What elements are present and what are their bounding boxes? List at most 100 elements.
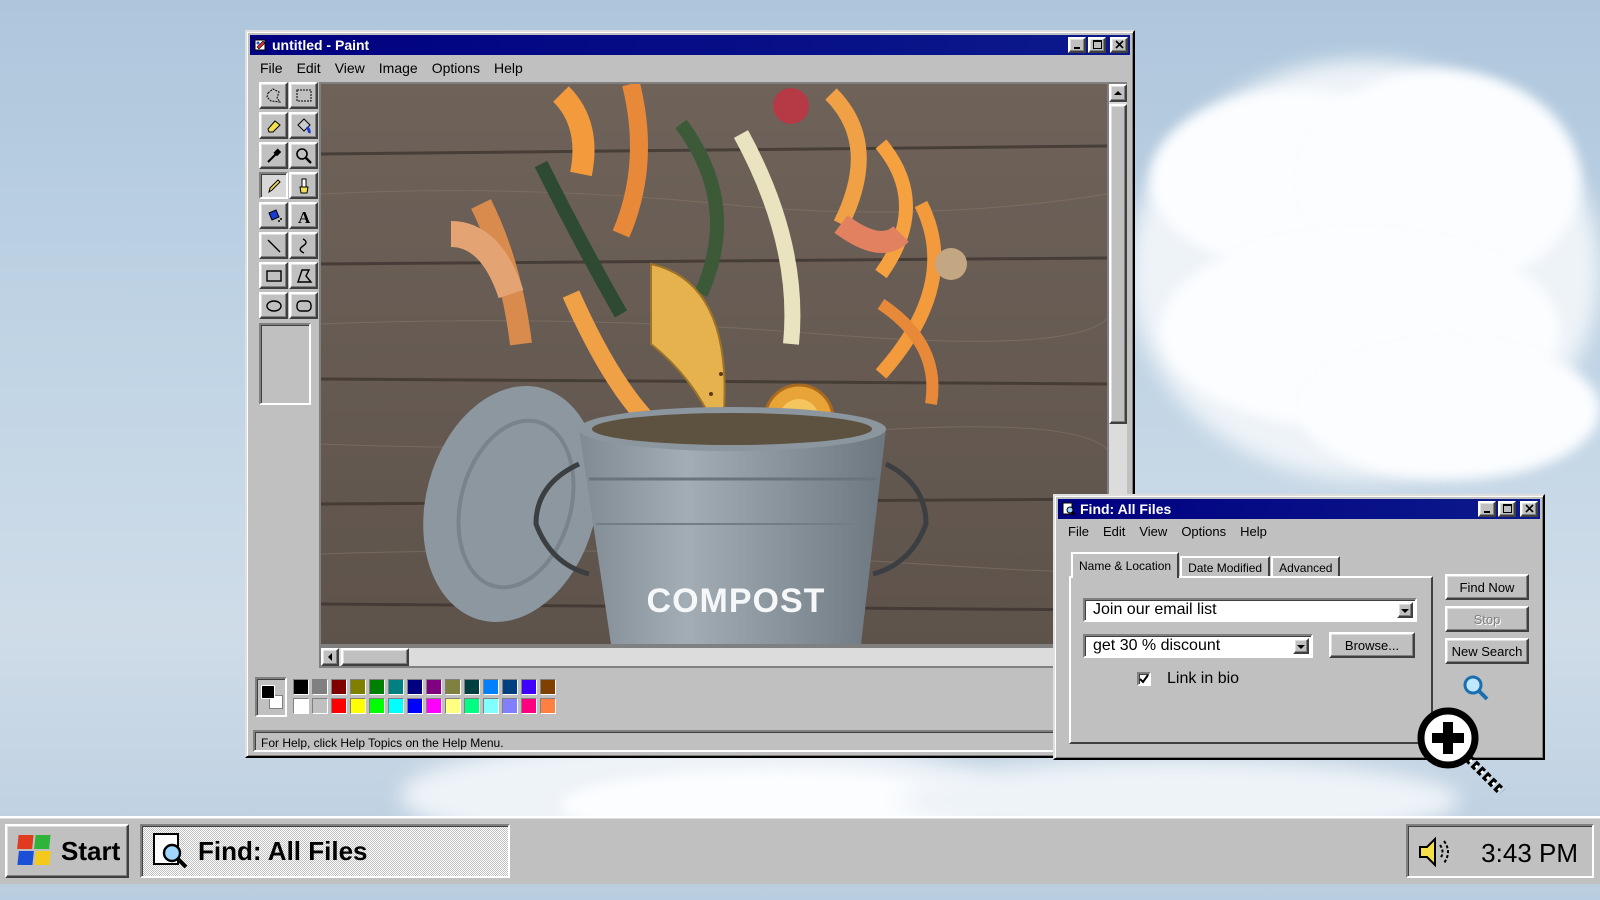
palette-swatch[interactable] bbox=[540, 698, 556, 714]
line-icon bbox=[267, 239, 280, 252]
tool-pencil[interactable] bbox=[259, 172, 288, 199]
palette-swatch[interactable] bbox=[388, 679, 404, 695]
palette-swatch[interactable] bbox=[502, 679, 518, 695]
tool-airbrush[interactable] bbox=[259, 202, 288, 229]
look-in-dropdown-button[interactable] bbox=[1293, 638, 1309, 654]
tool-line[interactable] bbox=[259, 232, 288, 259]
tool-color-picker[interactable] bbox=[259, 142, 288, 169]
find-minimize-button[interactable] bbox=[1478, 501, 1496, 517]
speaker-icon[interactable] bbox=[1416, 834, 1456, 870]
scroll-up-button[interactable] bbox=[1109, 84, 1127, 102]
palette-swatch[interactable] bbox=[369, 698, 385, 714]
palette-swatch[interactable] bbox=[369, 679, 385, 695]
palette-swatch[interactable] bbox=[445, 698, 461, 714]
browse-button[interactable]: Browse... bbox=[1329, 632, 1415, 658]
system-tray: 3:43 PM bbox=[1406, 824, 1594, 878]
new-search-button[interactable]: New Search bbox=[1445, 638, 1529, 664]
tool-curve[interactable] bbox=[289, 232, 318, 259]
tool-ellipse[interactable] bbox=[259, 292, 288, 319]
tab-advanced[interactable]: Advanced bbox=[1271, 556, 1341, 578]
palette-swatch[interactable] bbox=[445, 679, 461, 695]
tool-fill[interactable] bbox=[289, 112, 318, 139]
palette-swatch[interactable] bbox=[293, 679, 309, 695]
palette-swatch[interactable] bbox=[312, 698, 328, 714]
start-button[interactable]: Start bbox=[5, 824, 129, 878]
palette-swatch[interactable] bbox=[407, 679, 423, 695]
tool-rectangle[interactable] bbox=[259, 262, 288, 289]
palette-swatch[interactable] bbox=[521, 698, 537, 714]
tool-text[interactable]: A bbox=[289, 202, 318, 229]
status-bar: For Help, click Help Topics on the Help … bbox=[253, 730, 1115, 752]
find-close-button[interactable] bbox=[1520, 501, 1538, 517]
find-app-icon bbox=[1062, 502, 1076, 516]
palette-swatch[interactable] bbox=[407, 698, 423, 714]
horizontal-scroll-thumb[interactable] bbox=[341, 648, 409, 666]
stop-button[interactable]: Stop bbox=[1445, 606, 1529, 632]
eyedropper-icon bbox=[266, 147, 281, 163]
palette-swatch[interactable] bbox=[521, 679, 537, 695]
menu-file[interactable]: File bbox=[253, 58, 290, 78]
vertical-scroll-thumb[interactable] bbox=[1109, 104, 1127, 424]
find-tabs: Name & Location Date Modified Advanced bbox=[1071, 552, 1341, 578]
tool-eraser[interactable] bbox=[259, 112, 288, 139]
tool-rect-select[interactable] bbox=[289, 82, 318, 109]
menu-view[interactable]: View bbox=[328, 58, 372, 78]
palette-swatch[interactable] bbox=[502, 698, 518, 714]
find-menu-view[interactable]: View bbox=[1132, 522, 1174, 542]
named-combobox[interactable]: Join our email list bbox=[1083, 598, 1417, 622]
link-in-bio-checkbox[interactable] bbox=[1137, 672, 1151, 686]
tool-free-select[interactable] bbox=[259, 82, 288, 109]
paint-app-icon bbox=[254, 39, 266, 51]
find-menu-file[interactable]: File bbox=[1061, 522, 1096, 542]
palette-swatch[interactable] bbox=[426, 698, 442, 714]
horizontal-scrollbar[interactable] bbox=[321, 648, 1107, 666]
menu-edit[interactable]: Edit bbox=[290, 58, 328, 78]
palette-swatch[interactable] bbox=[426, 679, 442, 695]
close-icon bbox=[1525, 504, 1534, 513]
palette-swatch[interactable] bbox=[540, 679, 556, 695]
find-menu-options[interactable]: Options bbox=[1174, 522, 1233, 542]
taskbar-item-find[interactable]: Find: All Files bbox=[140, 824, 510, 878]
free-select-icon bbox=[265, 87, 281, 103]
scroll-left-button[interactable] bbox=[321, 648, 339, 666]
palette-swatch[interactable] bbox=[464, 698, 480, 714]
tool-brush[interactable] bbox=[289, 172, 318, 199]
palette-swatch[interactable] bbox=[483, 698, 499, 714]
tool-options-box[interactable] bbox=[259, 323, 311, 405]
fill-bucket-icon bbox=[296, 117, 311, 134]
find-menu-edit[interactable]: Edit bbox=[1096, 522, 1132, 542]
palette-swatch[interactable] bbox=[350, 698, 366, 714]
find-now-button[interactable]: Find Now bbox=[1445, 574, 1529, 600]
find-menu-help[interactable]: Help bbox=[1233, 522, 1274, 542]
look-in-combobox[interactable]: get 30 % discount bbox=[1083, 634, 1313, 658]
palette-swatch[interactable] bbox=[331, 698, 347, 714]
current-colors[interactable] bbox=[255, 677, 287, 717]
start-label: Start bbox=[61, 835, 121, 866]
palette-swatch[interactable] bbox=[331, 679, 347, 695]
find-maximize-button[interactable] bbox=[1498, 501, 1516, 517]
palette-swatch[interactable] bbox=[388, 698, 404, 714]
clock[interactable]: 3:43 PM bbox=[1481, 838, 1578, 869]
menu-image[interactable]: Image bbox=[372, 58, 425, 78]
image-canvas[interactable]: COMPOST bbox=[321, 84, 1107, 644]
compost-photo: COMPOST bbox=[321, 84, 1107, 644]
tool-polygon[interactable] bbox=[289, 262, 318, 289]
menu-help[interactable]: Help bbox=[487, 58, 530, 78]
palette-swatch[interactable] bbox=[464, 679, 480, 695]
rect-select-icon bbox=[296, 89, 311, 101]
palette-swatch[interactable] bbox=[350, 679, 366, 695]
palette-swatch[interactable] bbox=[483, 679, 499, 695]
tool-rounded-rect[interactable] bbox=[289, 292, 318, 319]
tool-magnifier[interactable] bbox=[289, 142, 318, 169]
maximize-button[interactable] bbox=[1088, 37, 1106, 53]
find-titlebar[interactable]: Find: All Files bbox=[1058, 499, 1540, 519]
palette-swatch[interactable] bbox=[293, 698, 309, 714]
paint-titlebar[interactable]: untitled - Paint bbox=[250, 35, 1130, 55]
close-button[interactable] bbox=[1110, 37, 1128, 53]
named-dropdown-button[interactable] bbox=[1397, 602, 1413, 618]
menu-options[interactable]: Options bbox=[425, 58, 487, 78]
minimize-button[interactable] bbox=[1068, 37, 1086, 53]
tab-date-modified[interactable]: Date Modified bbox=[1180, 556, 1271, 578]
palette-swatch[interactable] bbox=[312, 679, 328, 695]
tab-name-location[interactable]: Name & Location bbox=[1071, 552, 1180, 578]
